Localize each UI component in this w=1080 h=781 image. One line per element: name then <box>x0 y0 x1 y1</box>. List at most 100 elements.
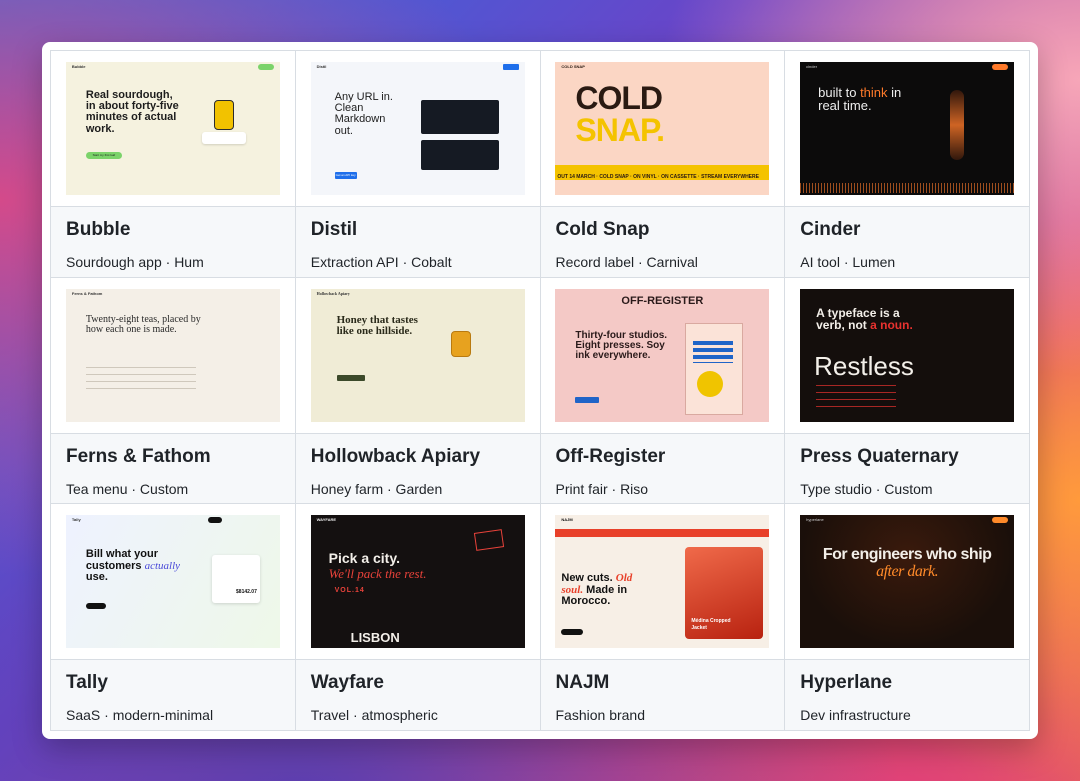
thumb-area: Tally Bill what your customers actually … <box>51 504 295 660</box>
thumbnail-distil[interactable]: Distil Any URL in. Clean Markdown out. G… <box>310 62 525 195</box>
riso-poster <box>685 322 744 415</box>
card-subtitle: Travel · atmospheric <box>310 707 438 724</box>
card-meta: Hyperlane Dev infrastructure <box>785 659 1029 730</box>
thumb-brand: cinder <box>806 64 818 69</box>
thumbnail-hyperlane[interactable]: hyperlane For engineers who ship after d… <box>800 515 1015 649</box>
thumbnail-off-register[interactable]: OFF-REGISTER Thirty-four studios. Eight … <box>555 288 770 422</box>
thumb-headline: Honey that tastes like one hillside. <box>336 313 418 337</box>
card-najm[interactable]: NAJM New cuts. Old soul. Made in Morocco… <box>540 504 786 731</box>
code-window-output <box>420 140 499 170</box>
card-bubble[interactable]: Bubble Real sourdough, in about forty-fi… <box>51 51 296 278</box>
thumb-nav: Bubble <box>66 62 280 72</box>
thumb-nav: COLD SNAP <box>555 62 769 72</box>
card-meta: Press Quaternary Type studio · Custom <box>785 432 1029 504</box>
thumb-headline-2: We'll pack the rest. <box>328 566 427 582</box>
gallery-grid: Bubble Real sourdough, in about forty-fi… <box>50 50 1030 731</box>
glow-capsule <box>950 90 965 160</box>
card-subtitle: Honey farm · Garden <box>310 480 443 497</box>
thumb-brand: Hollowback Apiary <box>316 290 350 296</box>
thumbnail-press-quaternary[interactable]: A typeface is a verb, not a noun. Restle… <box>800 288 1015 422</box>
waveform <box>800 183 1015 193</box>
card-cinder[interactable]: cinder built to think in real time. Cind… <box>785 51 1030 278</box>
card-title[interactable]: Distil <box>311 219 525 241</box>
promo-bar <box>555 529 770 538</box>
card-off-register[interactable]: OFF-REGISTER Thirty-four studios. Eight … <box>540 277 786 505</box>
thumb-cta <box>336 374 365 381</box>
thumb-nav: NAJM <box>555 515 769 525</box>
thumb-headline: A typeface is a verb, not a noun. <box>816 305 913 332</box>
thumb-area: Distil Any URL in. Clean Markdown out. G… <box>295 51 540 206</box>
thumbnail-tally[interactable]: Tally Bill what your customers actually … <box>65 515 280 649</box>
thumb-headline-2: SNAP. <box>575 112 665 148</box>
riso-stripes <box>693 340 734 363</box>
thumbnail-bubble[interactable]: Bubble Real sourdough, in about forty-fi… <box>65 62 280 195</box>
card-meta: Cold Snap Record label · Carnival <box>540 206 785 277</box>
thumb-area: COLD SNAP COLD SNAP. OUT 14 MARCH · COLD… <box>540 51 785 206</box>
card-title[interactable]: Wayfare <box>311 672 525 694</box>
menu-lines <box>85 366 196 389</box>
card-title[interactable]: Bubble <box>66 219 280 241</box>
card-meta: Distil Extraction API · Cobalt <box>295 206 540 277</box>
card-subtitle: Tea menu · Custom <box>66 480 189 497</box>
thumb-brand: hyperlane <box>806 517 824 523</box>
card-cold-snap[interactable]: COLD SNAP COLD SNAP. OUT 14 MARCH · COLD… <box>540 51 786 278</box>
thumb-headline: built to think in real time. <box>818 85 902 114</box>
card-meta: Bubble Sourdough app · Hum <box>51 206 295 277</box>
card-subtitle: AI tool · Lumen <box>800 254 896 270</box>
thumbnail-cold-snap[interactable]: COLD SNAP COLD SNAP. OUT 14 MARCH · COLD… <box>555 62 770 195</box>
ticket-stamp <box>473 529 504 552</box>
code-window <box>420 100 499 134</box>
thumb-brand: COLD SNAP <box>561 64 585 69</box>
honey-jar-icon <box>450 330 471 357</box>
card-title[interactable]: Cinder <box>800 219 1014 241</box>
card-hyperlane[interactable]: hyperlane For engineers who ship after d… <box>785 504 1030 731</box>
thumb-headline: For engineers who ship after dark. <box>822 546 992 580</box>
thumb-area: OFF-REGISTER Thirty-four studios. Eight … <box>540 277 785 433</box>
invoice-amount: $8142.07 <box>236 589 257 596</box>
thumbnail-wayfare[interactable]: WAYFARE Pick a city. We'll pack the rest… <box>310 515 525 649</box>
card-title[interactable]: Tally <box>66 672 280 694</box>
invoice-card: $8142.07 <box>211 555 260 604</box>
card-tally[interactable]: Tally Bill what your customers actually … <box>51 504 296 731</box>
jar-icon <box>213 100 234 130</box>
thumb-headline: New cuts. Old soul. Made in Morocco. <box>561 572 633 607</box>
card-subtitle: Dev infrastructure <box>800 707 911 724</box>
thumb-headline: Bill what your customers actually use. <box>85 548 181 583</box>
thumbnail-najm[interactable]: NAJM New cuts. Old soul. Made in Morocco… <box>555 515 770 649</box>
card-title[interactable]: Off-Register <box>556 446 770 468</box>
card-press-quaternary[interactable]: A typeface is a verb, not a noun. Restle… <box>785 277 1030 505</box>
thumb-cta <box>85 603 106 610</box>
thumbnail-cinder[interactable]: cinder built to think in real time. <box>800 62 1015 195</box>
thumb-nav: Ferns & Fathom <box>66 289 280 299</box>
thumb-area: A typeface is a verb, not a noun. Restle… <box>785 277 1029 433</box>
thumb-area: WAYFARE Pick a city. We'll pack the rest… <box>295 504 540 660</box>
nav-cta <box>992 64 1009 70</box>
card-distil[interactable]: Distil Any URL in. Clean Markdown out. G… <box>295 51 541 278</box>
card-meta: Ferns & Fathom Tea menu · Custom <box>51 432 295 504</box>
thumb-brand: Ferns & Fathom <box>71 290 103 296</box>
card-subtitle: Record label · Carnival <box>555 254 698 270</box>
card-title[interactable]: Press Quaternary <box>800 446 1014 468</box>
thumb-area: Bubble Real sourdough, in about forty-fi… <box>51 51 295 206</box>
card-title[interactable]: Hollowback Apiary <box>311 446 525 468</box>
thumb-area: cinder built to think in real time. <box>785 51 1029 206</box>
card-title[interactable]: Hyperlane <box>800 672 1014 694</box>
card-title[interactable]: Ferns & Fathom <box>66 446 280 468</box>
card-hollowback-apiary[interactable]: Hollowback Apiary Honey that tastes like… <box>295 277 541 505</box>
thumb-brand: Tally <box>71 517 81 523</box>
thumb-cta <box>575 396 600 403</box>
ticker-bar: OUT 14 MARCH · COLD SNAP · ON VINYL · ON… <box>555 165 770 180</box>
card-meta: Wayfare Travel · atmospheric <box>295 659 540 730</box>
thumb-area: Hollowback Apiary Honey that tastes like… <box>295 277 540 433</box>
thumbnail-ferns-fathom[interactable]: Ferns & Fathom Twenty-eight teas, placed… <box>65 288 280 422</box>
card-ferns-fathom[interactable]: Ferns & Fathom Twenty-eight teas, placed… <box>51 277 296 505</box>
thumb-nav: cinder <box>800 62 1014 72</box>
thumb-nav: WAYFARE <box>311 515 525 525</box>
card-wayfare[interactable]: WAYFARE Pick a city. We'll pack the rest… <box>295 504 541 731</box>
riso-circle <box>697 370 724 397</box>
thumbnail-hollowback-apiary[interactable]: Hollowback Apiary Honey that tastes like… <box>310 288 525 422</box>
nav-cta <box>257 64 274 70</box>
card-title[interactable]: NAJM <box>556 672 770 694</box>
card-title[interactable]: Cold Snap <box>556 219 770 241</box>
card-meta: Hollowback Apiary Honey farm · Garden <box>295 432 540 504</box>
